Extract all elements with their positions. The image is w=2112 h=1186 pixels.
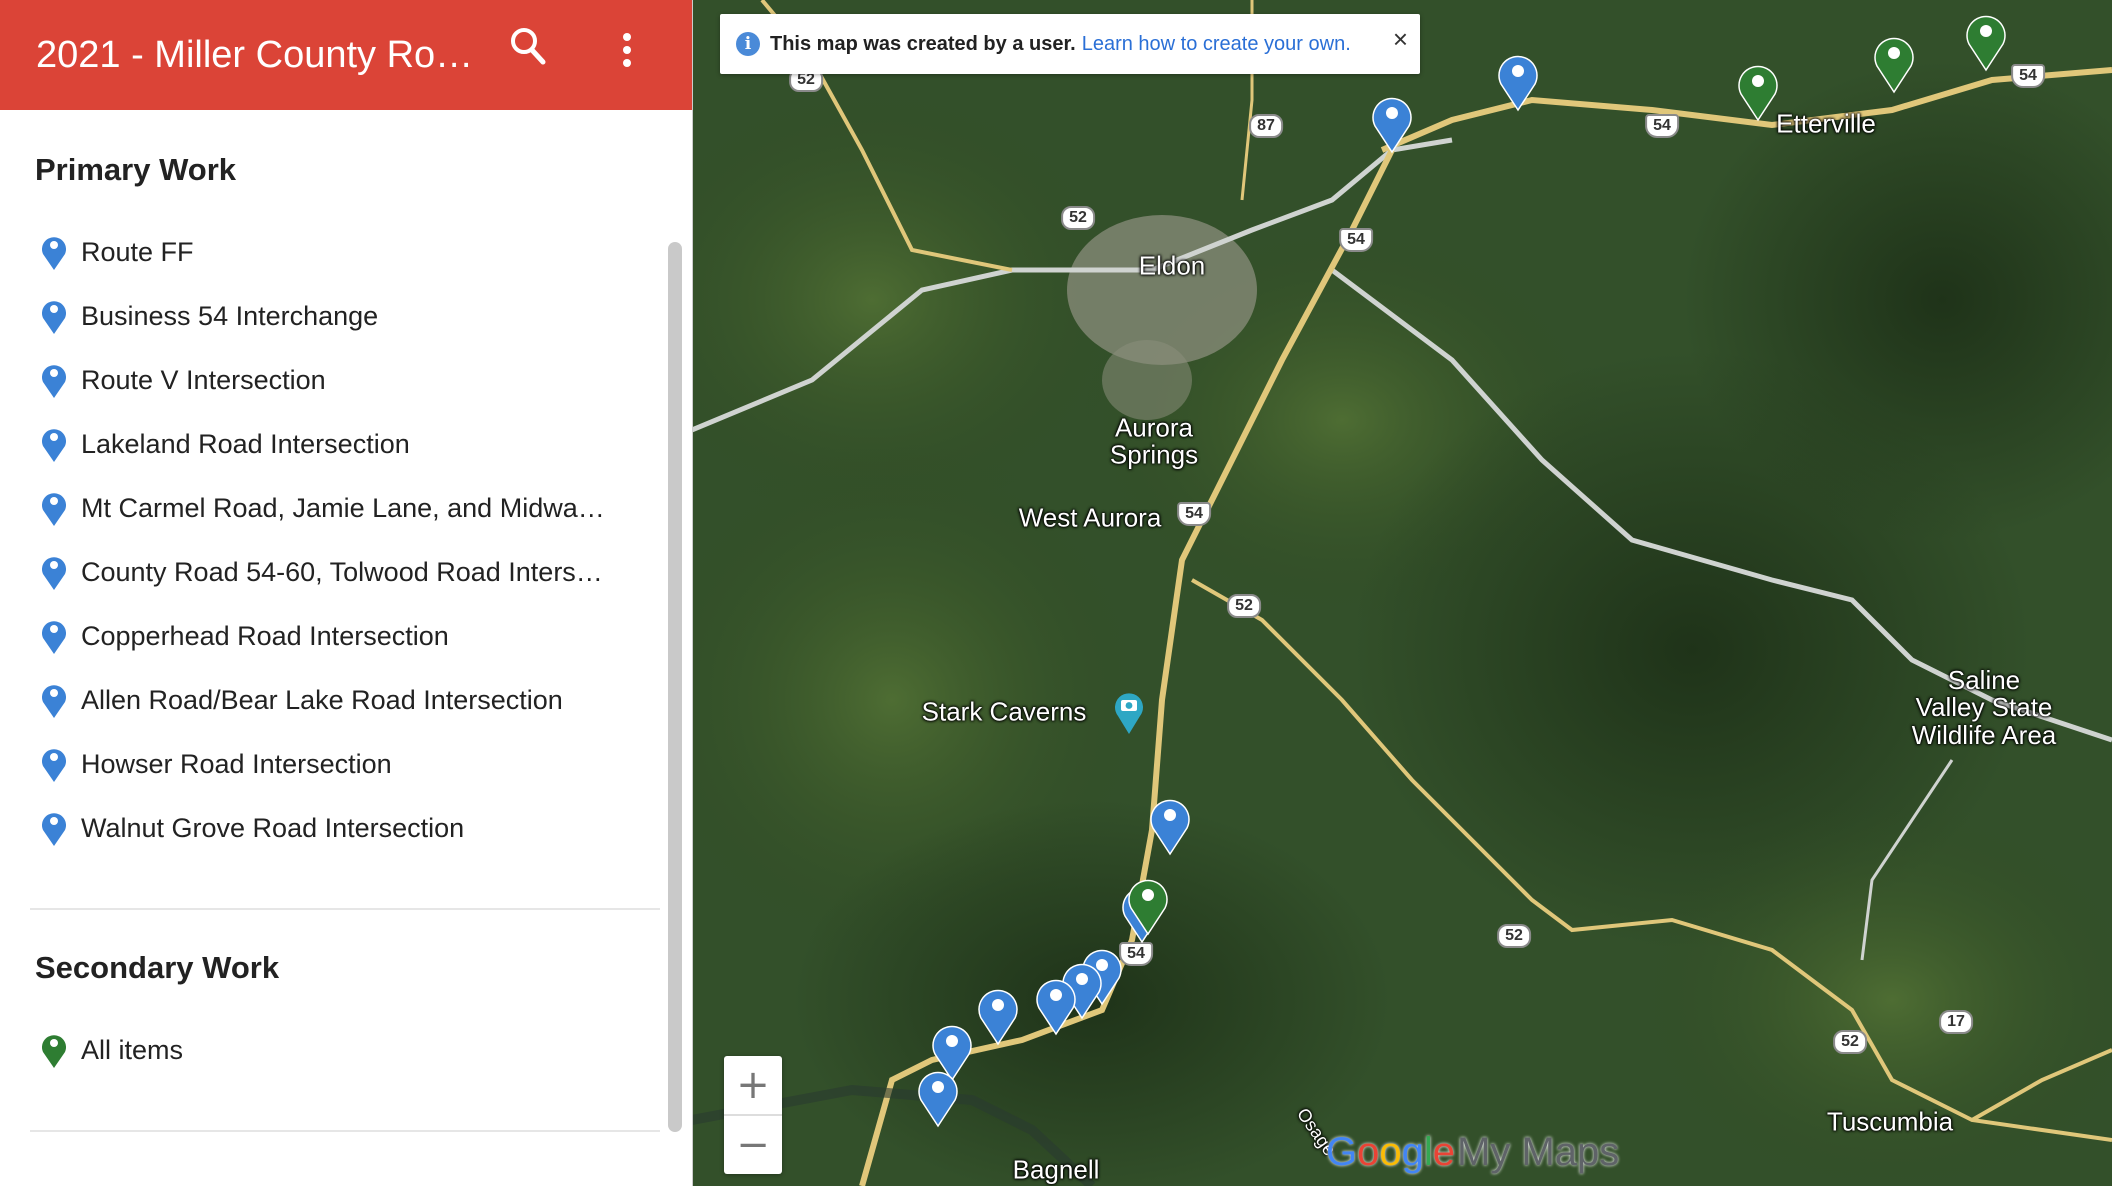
list-item[interactable]: All items xyxy=(40,1030,183,1070)
list-item[interactable]: Walnut Grove Road Intersection xyxy=(40,808,464,848)
more-vert-icon[interactable] xyxy=(612,30,642,70)
place-label-eldon: Eldon xyxy=(1138,250,1206,281)
zoom-control: + − xyxy=(724,1056,782,1174)
place-label-aurora-springs: Aurora Springs xyxy=(1109,412,1199,470)
map-pin-icon xyxy=(42,1035,66,1068)
map-pin-icon xyxy=(42,493,66,526)
route-shield-us-54: 54 xyxy=(1645,114,1679,138)
map-pin-icon xyxy=(42,429,66,462)
map-pin-primary[interactable] xyxy=(1147,794,1193,856)
zoom-out-button[interactable]: − xyxy=(724,1116,782,1174)
sidebar: 2021 - Miller County Ro… Primary Work Ro… xyxy=(0,0,693,1186)
map-pin-primary[interactable] xyxy=(1495,50,1541,112)
section-title-secondary: Secondary Work xyxy=(35,950,280,985)
map-pin-icon xyxy=(42,301,66,334)
place-label-saline-valley: Saline Valley State Wildlife Area xyxy=(1911,665,2057,750)
map-pin-icon xyxy=(42,557,66,590)
info-banner: i This map was created by a user. Learn … xyxy=(720,14,1420,74)
list-item[interactable]: Copperhead Road Intersection xyxy=(40,616,449,656)
map-pin-primary[interactable] xyxy=(975,984,1021,1046)
route-shield-us-54: 54 xyxy=(1339,228,1373,252)
google-my-maps-logo: GoogleMy Maps xyxy=(1326,1130,1620,1174)
route-shield-52: 52 xyxy=(1833,1030,1867,1054)
layers-panel: Primary Work Route FF Business 54 Interc… xyxy=(0,110,660,1186)
info-icon: i xyxy=(736,32,760,56)
section-title-primary: Primary Work xyxy=(35,152,237,187)
satellite-imagery xyxy=(692,0,2112,1186)
map-pin-primary[interactable] xyxy=(1369,92,1415,154)
learn-more-link[interactable]: Learn how to create your own. xyxy=(1082,33,1351,56)
place-label-stark-caverns[interactable]: Stark Caverns xyxy=(922,698,1087,726)
map-pin-icon xyxy=(42,237,66,270)
map-pin-secondary[interactable] xyxy=(1871,32,1917,94)
route-shield-us-54: 54 xyxy=(1177,502,1211,526)
list-item[interactable]: Mt Carmel Road, Jamie Lane, and Midwa… xyxy=(40,488,605,528)
map-pin-icon xyxy=(42,813,66,846)
map-pin-primary[interactable] xyxy=(915,1066,961,1128)
map-canvas[interactable]: Eldon Aurora Springs West Aurora Stark C… xyxy=(692,0,2112,1186)
map-pin-icon xyxy=(42,685,66,718)
map-pin-secondary[interactable] xyxy=(1125,874,1171,936)
list-item[interactable]: Allen Road/Bear Lake Road Intersection xyxy=(40,680,563,720)
header-bar: 2021 - Miller County Ro… xyxy=(0,0,692,110)
list-item[interactable]: Business 54 Interchange xyxy=(40,296,378,336)
camera-icon[interactable] xyxy=(1112,688,1146,734)
list-item[interactable]: Lakeland Road Intersection xyxy=(40,424,410,464)
banner-text: This map was created by a user. xyxy=(770,32,1076,55)
place-label-tuscumbia: Tuscumbia xyxy=(1826,1106,1954,1137)
map-pin-icon xyxy=(42,749,66,782)
map-pin-icon xyxy=(42,621,66,654)
list-item[interactable]: Howser Road Intersection xyxy=(40,744,392,784)
route-shield-17: 17 xyxy=(1939,1010,1973,1034)
map-pin-icon xyxy=(42,365,66,398)
place-label-west-aurora: West Aurora xyxy=(1018,502,1162,533)
list-item[interactable]: Route FF xyxy=(40,232,194,272)
zoom-in-button[interactable]: + xyxy=(724,1056,782,1114)
route-shield-52: 52 xyxy=(1061,206,1095,230)
place-label-etterville: Etterville xyxy=(1776,108,1876,139)
close-icon[interactable]: × xyxy=(1393,24,1408,55)
section-divider xyxy=(30,1130,660,1132)
route-shield-52: 52 xyxy=(1497,924,1531,948)
list-item[interactable]: County Road 54-60, Tolwood Road Inters… xyxy=(40,552,603,592)
sidebar-scrollbar[interactable] xyxy=(668,242,682,1132)
list-item[interactable]: Route V Intersection xyxy=(40,360,326,400)
section-divider xyxy=(30,908,660,910)
map-pin-secondary[interactable] xyxy=(1963,10,2009,72)
map-title[interactable]: 2021 - Miller County Ro… xyxy=(36,34,476,77)
route-shield-52: 52 xyxy=(1227,594,1261,618)
route-shield-87: 87 xyxy=(1249,114,1283,138)
map-pin-secondary[interactable] xyxy=(1735,60,1781,122)
place-label-bagnell: Bagnell xyxy=(1012,1154,1100,1185)
map-pin-primary[interactable] xyxy=(1033,974,1079,1036)
route-shield-us-54: 54 xyxy=(2011,64,2045,88)
search-icon[interactable] xyxy=(508,24,548,68)
